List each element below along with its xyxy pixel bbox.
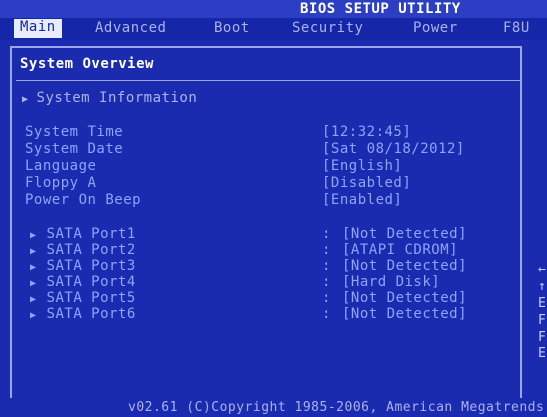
triangle-right-icon: ▶ [30,230,37,241]
tab-f8u[interactable]: F8U [503,20,530,36]
sata-port1-label: SATA Port1 [46,226,136,242]
sata-port4-label: SATA Port4 [46,274,136,290]
copyright-footer: v02.61 (C)Copyright 1985-2006, American … [128,400,545,415]
sata-port4-value: [Hard Disk] [342,274,441,290]
sata-port2-item[interactable]: ▶ SATA Port2 [30,242,136,258]
system-information-label: System Information [36,90,198,106]
power-on-beep-label: Power On Beep [25,192,142,208]
bios-title: BIOS SETUP UTILITY [300,1,461,17]
sata-port4-item[interactable]: ▶ SATA Port4 [30,274,136,290]
sata-port6-item[interactable]: ▶ SATA Port6 [30,306,136,322]
sata-port3-label: SATA Port3 [46,258,136,274]
triangle-right-icon: ▶ [30,246,37,257]
sata-port1-value: [Not Detected] [342,226,468,242]
help-glyph-1: ← [538,262,546,277]
system-time-value[interactable]: [12:32:45] [322,124,411,140]
sata-port2-value: [ATAPI CDROM] [342,242,459,258]
sata-port5-item[interactable]: ▶ SATA Port5 [30,290,136,306]
sata-port1-colon: : [322,226,331,242]
section-title: System Overview [20,56,154,72]
title-bar [0,0,547,18]
sata-port5-label: SATA Port5 [46,290,136,306]
section-divider [16,80,520,81]
tab-boot[interactable]: Boot [214,20,250,36]
sata-port5-colon: : [322,290,331,306]
sata-port3-item[interactable]: ▶ SATA Port3 [30,258,136,274]
system-information-link[interactable]: ▶ System Information [22,90,197,106]
triangle-right-icon: ▶ [30,294,37,305]
help-glyph-5: F [538,330,546,345]
language-label: Language [25,158,97,174]
system-date-value[interactable]: [Sat 08/18/2012] [322,141,465,157]
sata-port1-item[interactable]: ▶ SATA Port1 [30,226,136,242]
help-glyph-3: E [538,296,546,311]
system-time-label: System Time [25,124,124,140]
help-glyph-6: E [538,346,546,361]
tab-advanced[interactable]: Advanced [95,20,166,36]
system-date-label: System Date [25,141,124,157]
floppy-a-label: Floppy A [25,175,97,191]
triangle-right-icon: ▶ [30,262,37,273]
sata-port5-value: [Not Detected] [342,290,468,306]
sata-port2-colon: : [322,242,331,258]
sata-port4-colon: : [322,274,331,290]
power-on-beep-value[interactable]: [Enabled] [322,192,402,208]
triangle-right-icon: ▶ [22,94,29,105]
sata-port3-colon: : [322,258,331,274]
help-glyph-4: F [538,313,546,328]
tab-main[interactable]: Main [14,19,62,38]
floppy-a-value[interactable]: [Disabled] [322,175,411,191]
triangle-right-icon: ▶ [30,310,37,321]
menu-bar: Main Advanced Boot Security Power F8U [0,18,547,40]
tab-security[interactable]: Security [292,20,363,36]
help-glyph-2: ↑ [538,279,546,294]
sata-port6-colon: : [322,306,331,322]
tab-power[interactable]: Power [413,20,458,36]
language-value[interactable]: [English] [322,158,402,174]
sata-port2-label: SATA Port2 [46,242,136,258]
sata-port3-value: [Not Detected] [342,258,468,274]
sata-port6-label: SATA Port6 [46,306,136,322]
sata-port6-value: [Not Detected] [342,306,468,322]
triangle-right-icon: ▶ [30,278,37,289]
